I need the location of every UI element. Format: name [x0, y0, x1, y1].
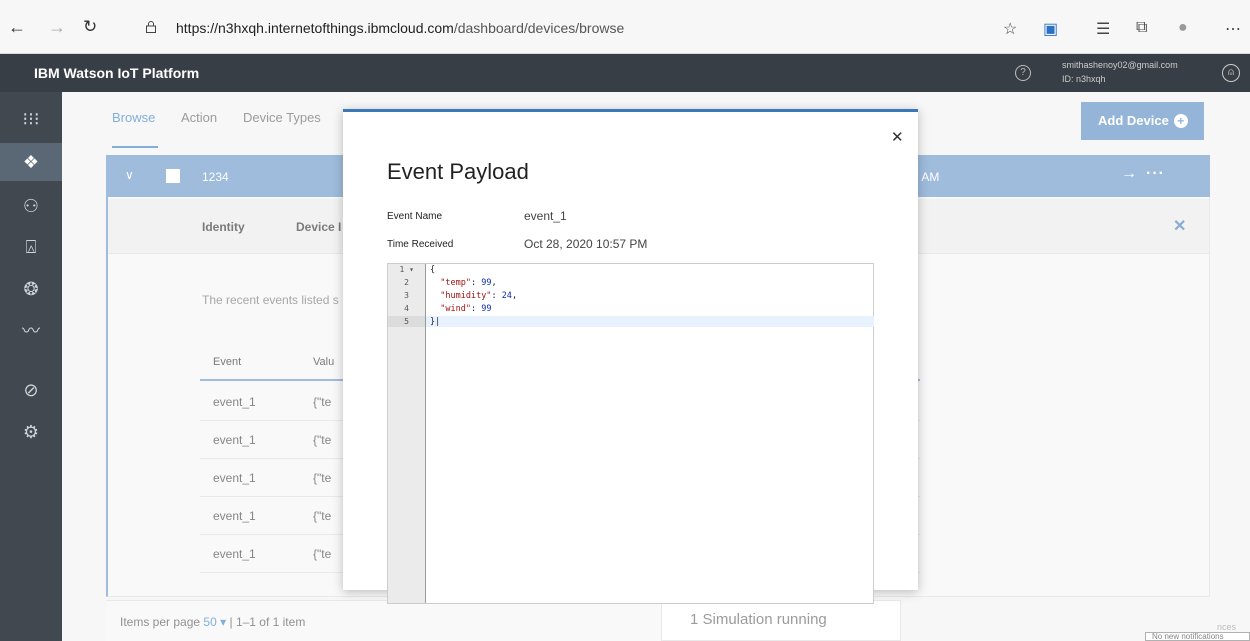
browser-toolbar: ← → ↻ https://n3hxqh.internetofthings.ib… [0, 0, 1250, 54]
app-root: ← → ↻ https://n3hxqh.internetofthings.ib… [0, 0, 1250, 641]
modal-title: Event Payload [387, 159, 529, 184]
devices-chip-icon[interactable]: ❖ [0, 143, 62, 181]
forward-icon[interactable]: → [48, 18, 66, 36]
code-line: }| [430, 317, 441, 327]
line-number: 4 [404, 304, 409, 313]
compass-icon[interactable]: ⍓ [0, 228, 62, 266]
org-id: ID: n3hxqh [1062, 74, 1106, 84]
close-icon[interactable]: ✕ [891, 128, 904, 146]
payload-code-editor[interactable]: 1 ▾ 2 3 4 5 { "temp": 99, "humidity": 24… [387, 263, 874, 604]
code-line: "wind": 99 [440, 304, 492, 314]
url-host: https://n3hxqh.internetofthings.ibmcloud… [176, 20, 454, 36]
user-email: smithashenoy02@gmail.com [1062, 60, 1178, 70]
lock-icon [146, 21, 156, 33]
editor-active-line [426, 316, 874, 327]
line-number: 1 ▾ [399, 265, 414, 274]
security-lock-icon[interactable]: ⊘ [0, 371, 62, 409]
event-name-value: event_1 [524, 209, 567, 223]
code-line: "temp": 99, [440, 278, 497, 288]
app-brand[interactable]: IBM Watson IoT Platform [34, 65, 199, 81]
apps-grid-icon[interactable]: ⁝⁝⁝ [0, 100, 62, 138]
reading-view-icon[interactable]: ▣ [1043, 19, 1058, 39]
settings-gear-icon[interactable]: ⚙ [0, 413, 62, 451]
members-icon[interactable]: ⚇ [0, 187, 62, 225]
url-path: /dashboard/devices/browse [453, 20, 625, 36]
code-line: "humidity": 24, [440, 291, 518, 301]
event-name-label: Event Name [387, 211, 443, 222]
line-number: 2 [404, 278, 409, 287]
refresh-icon[interactable]: ↻ [83, 18, 97, 35]
more-menu-icon[interactable]: ⋯ [1225, 19, 1241, 39]
collections-icon[interactable]: ⧉ [1136, 19, 1147, 37]
time-received-label: Time Received [387, 239, 454, 250]
line-number: 3 [404, 291, 409, 300]
left-sidebar: ⁝⁝⁝ ❖ ⚇ ⍓ ❂ 〰 ⊘ ⚙ [0, 92, 62, 641]
address-bar[interactable]: https://n3hxqh.internetofthings.ibmcloud… [176, 20, 624, 36]
line-number: 5 [404, 317, 409, 326]
help-icon[interactable]: ? [1015, 65, 1031, 81]
favorites-list-icon[interactable]: ☰ [1096, 19, 1110, 39]
profile-icon[interactable]: ● [1178, 19, 1188, 37]
fingerprint-icon[interactable]: ❂ [0, 270, 62, 308]
time-received-value: Oct 28, 2020 10:57 PM [524, 237, 648, 251]
code-line: { [430, 265, 436, 275]
back-icon[interactable]: ← [8, 18, 26, 36]
app-header: IBM Watson IoT Platform ? smithashenoy02… [0, 54, 1250, 92]
favorite-star-icon[interactable]: ☆ [1003, 19, 1017, 39]
editor-gutter: 1 ▾ 2 3 4 5 [388, 264, 426, 603]
analytics-icon[interactable]: 〰 [0, 312, 62, 350]
user-avatar-icon[interactable]: ⍝ [1222, 64, 1240, 82]
